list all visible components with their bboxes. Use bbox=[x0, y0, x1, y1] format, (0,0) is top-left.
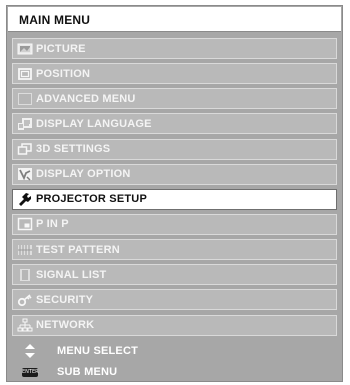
menu-select-label: MENU SELECT bbox=[57, 345, 139, 357]
display-language-icon bbox=[17, 117, 33, 131]
signal-list-icon bbox=[17, 268, 33, 282]
main-menu-panel: MAIN MENU PICTURE POSITION ADVANCED MENU… bbox=[6, 5, 343, 382]
menu-item-label: PICTURE bbox=[36, 42, 86, 55]
menu-item-label: TEST PATTERN bbox=[36, 243, 120, 256]
menu-item-projector-setup[interactable]: PROJECTOR SETUP bbox=[12, 188, 337, 210]
picture-icon bbox=[17, 42, 33, 56]
display-option-icon bbox=[17, 167, 33, 181]
menu-title: MAIN MENU bbox=[19, 13, 91, 27]
advanced-menu-icon bbox=[17, 92, 33, 106]
menu-item-label: DISPLAY LANGUAGE bbox=[36, 117, 152, 130]
sub-menu-label: SUB MENU bbox=[57, 366, 118, 378]
network-icon bbox=[17, 318, 33, 332]
menu-item-label: POSITION bbox=[36, 67, 91, 80]
menu-item-advanced-menu[interactable]: ADVANCED MENU bbox=[12, 88, 337, 110]
menu-item-label: SECURITY bbox=[36, 293, 94, 306]
menu-item-p-in-p[interactable]: P IN P bbox=[12, 213, 337, 235]
position-icon bbox=[17, 67, 33, 81]
menu-item-network[interactable]: NETWORK bbox=[12, 314, 337, 336]
menu-select-hint: MENU SELECT bbox=[7, 341, 342, 361]
menu-item-label: 3D SETTINGS bbox=[36, 143, 111, 156]
menu-item-label: PROJECTOR SETUP bbox=[36, 193, 147, 206]
menu-item-label: P IN P bbox=[36, 218, 69, 231]
menu-item-label: NETWORK bbox=[36, 319, 95, 332]
menu-item-security[interactable]: SECURITY bbox=[12, 289, 337, 311]
menu-list: PICTURE POSITION ADVANCED MENU DISPLAY L… bbox=[12, 38, 337, 340]
menu-item-label: SIGNAL LIST bbox=[36, 268, 107, 281]
enter-key-label: ENTER bbox=[22, 367, 39, 377]
menu-footer: MENU SELECT ENTER SUB MENU bbox=[7, 340, 342, 382]
menu-item-3d-settings[interactable]: 3D SETTINGS bbox=[12, 138, 337, 160]
enter-button-icon: ENTER bbox=[21, 364, 39, 380]
p-in-p-icon bbox=[17, 217, 33, 231]
up-down-arrows-icon bbox=[21, 343, 39, 359]
menu-item-display-language[interactable]: DISPLAY LANGUAGE bbox=[12, 113, 337, 135]
menu-item-label: ADVANCED MENU bbox=[36, 92, 136, 105]
security-icon bbox=[17, 293, 33, 307]
menu-title-bar: MAIN MENU bbox=[8, 7, 341, 32]
sub-menu-hint: ENTER SUB MENU bbox=[7, 362, 342, 382]
projector-setup-icon bbox=[17, 192, 33, 207]
menu-item-test-pattern[interactable]: TEST PATTERN bbox=[12, 239, 337, 261]
menu-item-display-option[interactable]: DISPLAY OPTION bbox=[12, 163, 337, 185]
menu-item-position[interactable]: POSITION bbox=[12, 63, 337, 85]
menu-item-label: DISPLAY OPTION bbox=[36, 168, 131, 181]
menu-item-signal-list[interactable]: SIGNAL LIST bbox=[12, 264, 337, 286]
test-pattern-icon bbox=[17, 243, 33, 257]
menu-item-picture[interactable]: PICTURE bbox=[12, 38, 337, 59]
3d-settings-icon bbox=[17, 142, 33, 156]
